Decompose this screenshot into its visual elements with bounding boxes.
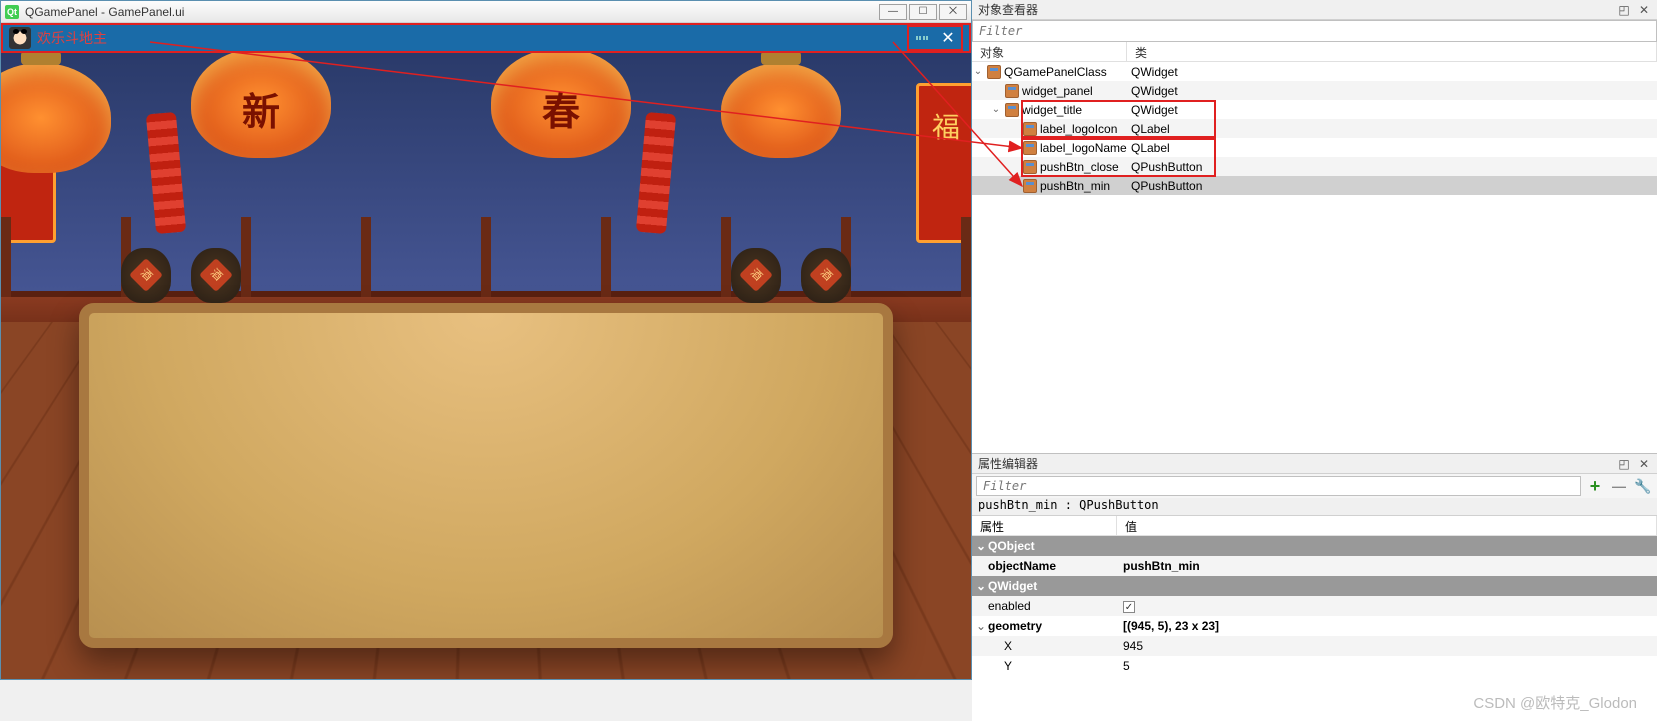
- widget-icon: [987, 65, 1001, 79]
- property-row[interactable]: Y5: [972, 656, 1657, 676]
- property-col-value[interactable]: 值: [1117, 516, 1657, 535]
- os-maximize-button[interactable]: ☐: [909, 4, 937, 20]
- widget-icon: [1023, 179, 1037, 193]
- label-logo-icon: [9, 27, 31, 49]
- property-editor-panel: 属性编辑器 ◰ ✕ + — 🔧 pushBtn_min : QPushButto…: [972, 453, 1657, 721]
- tree-row[interactable]: label_logoIconQLabel: [972, 119, 1657, 138]
- property-row[interactable]: ⌄QWidget: [972, 576, 1657, 596]
- add-property-button[interactable]: +: [1585, 476, 1605, 496]
- inspector-close-button[interactable]: ✕: [1637, 3, 1651, 17]
- game-preview-window: Qt QGamePanel - GamePanel.ui — ☐ ⨉ 欢乐斗地主…: [0, 0, 972, 680]
- checkbox-icon[interactable]: ✓: [1123, 601, 1135, 613]
- property-row[interactable]: enabled✓: [972, 596, 1657, 616]
- os-close-button[interactable]: ⨉: [939, 4, 967, 20]
- property-settings-button[interactable]: 🔧: [1633, 476, 1653, 496]
- inspector-undock-button[interactable]: ◰: [1617, 3, 1631, 17]
- tree-row[interactable]: widget_panelQWidget: [972, 81, 1657, 100]
- object-inspector-panel: 对象查看器 ◰ ✕ 对象 类 ⌄QGamePanelClassQWidgetwi…: [972, 0, 1657, 453]
- window-titlebar: Qt QGamePanel - GamePanel.ui — ☐ ⨉: [1, 1, 971, 23]
- inspector-col-object[interactable]: 对象: [972, 42, 1127, 61]
- os-minimize-button[interactable]: —: [879, 4, 907, 20]
- remove-property-button[interactable]: —: [1609, 476, 1629, 496]
- property-row[interactable]: X945: [972, 636, 1657, 656]
- tree-row[interactable]: pushBtn_closeQPushButton: [972, 157, 1657, 176]
- widget-panel-scene: [1, 53, 971, 679]
- watermark-text: CSDN @欧特克_Glodon: [1473, 692, 1637, 713]
- property-row[interactable]: ⌄geometry[(945, 5), 23 x 23]: [972, 616, 1657, 636]
- label-logo-name: 欢乐斗地主: [37, 28, 107, 48]
- inspector-title: 对象查看器: [978, 1, 1617, 18]
- widget-title-bar: 欢乐斗地主 ✕: [1, 23, 971, 53]
- property-filter-input[interactable]: [976, 476, 1581, 496]
- property-editor-undock-button[interactable]: ◰: [1617, 457, 1631, 471]
- window-title: QGamePanel - GamePanel.ui: [25, 5, 879, 19]
- widget-icon: [1023, 122, 1037, 136]
- widget-icon: [1005, 103, 1019, 117]
- tree-row[interactable]: ⌄QGamePanelClassQWidget: [972, 62, 1657, 81]
- property-col-name[interactable]: 属性: [972, 516, 1117, 535]
- widget-icon: [1023, 160, 1037, 174]
- property-status-text: pushBtn_min : QPushButton: [972, 498, 1657, 516]
- inspector-tree[interactable]: ⌄QGamePanelClassQWidgetwidget_panelQWidg…: [972, 62, 1657, 453]
- pushbtn-close[interactable]: ✕: [937, 27, 959, 49]
- inspector-filter-input[interactable]: [972, 20, 1657, 42]
- property-row[interactable]: objectNamepushBtn_min: [972, 556, 1657, 576]
- property-editor-title: 属性编辑器: [978, 455, 1617, 472]
- property-editor-close-button[interactable]: ✕: [1637, 457, 1651, 471]
- inspector-col-class[interactable]: 类: [1127, 42, 1657, 61]
- widget-icon: [1005, 84, 1019, 98]
- tree-row[interactable]: pushBtn_minQPushButton: [972, 176, 1657, 195]
- tree-row[interactable]: ⌄widget_titleQWidget: [972, 100, 1657, 119]
- widget-icon: [1023, 141, 1037, 155]
- qt-logo-icon: Qt: [5, 5, 19, 19]
- tree-row[interactable]: label_logoNameQLabel: [972, 138, 1657, 157]
- pushbtn-min[interactable]: [911, 27, 933, 49]
- property-row[interactable]: ⌄QObject: [972, 536, 1657, 556]
